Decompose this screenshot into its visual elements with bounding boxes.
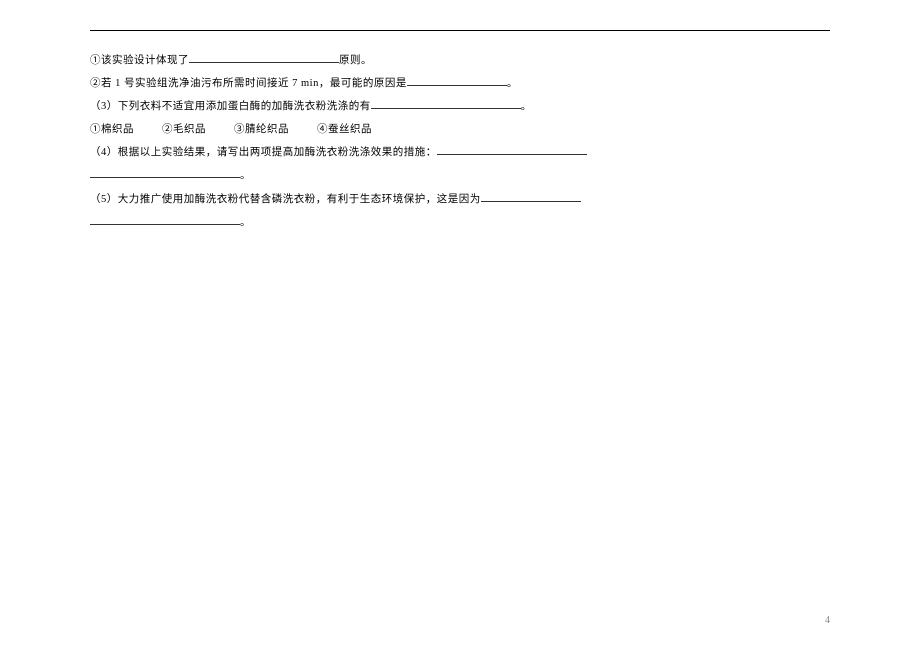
options-line-4: ①棉织品 ②毛织品 ③腈纶织品 ④蚕丝织品: [90, 118, 830, 141]
text-segment: 。: [521, 101, 532, 112]
text-segment: 。: [240, 170, 251, 181]
option-3: ③腈纶织品: [234, 124, 289, 135]
option-2: ②毛织品: [162, 124, 206, 135]
fill-blank: [481, 190, 581, 202]
text-segment: （4）根据以上实验结果，请写出两项提高加酶洗衣粉洗涤效果的措施：: [90, 147, 437, 158]
text-segment: （3）下列衣料不适宜用添加蛋白酶的加酶洗衣粉洗涤的有: [90, 101, 371, 112]
header-divider: [90, 30, 830, 31]
question-line-6: 。: [90, 164, 830, 187]
question-line-3: （3）下列衣料不适宜用添加蛋白酶的加酶洗衣粉洗涤的有 。: [90, 95, 830, 118]
fill-blank: [90, 213, 240, 225]
fill-blank: [407, 74, 507, 86]
fill-blank: [90, 166, 240, 178]
text-segment: ②若 1 号实验组洗净油污布所需时间接近 7 min，最可能的原因是: [90, 78, 407, 89]
question-line-2: ②若 1 号实验组洗净油污布所需时间接近 7 min，最可能的原因是 。: [90, 72, 830, 95]
text-segment: （5）大力推广使用加酶洗衣粉代替含磷洗衣粉，有利于生态环境保护，这是因为: [90, 194, 481, 205]
option-4: ④蚕丝织品: [317, 124, 372, 135]
question-line-8: 。: [90, 211, 830, 234]
page-number: 4: [825, 615, 830, 626]
text-segment: ①该实验设计体现了: [90, 55, 189, 66]
question-line-1: ①该实验设计体现了 原则。: [90, 49, 830, 72]
fill-blank: [371, 97, 521, 109]
text-segment: 。: [240, 217, 251, 228]
fill-blank: [437, 143, 587, 155]
text-segment: 原则。: [339, 55, 372, 66]
question-line-5: （4）根据以上实验结果，请写出两项提高加酶洗衣粉洗涤效果的措施：: [90, 141, 830, 164]
option-1: ①棉织品: [90, 124, 134, 135]
document-page: ①该实验设计体现了 原则。 ②若 1 号实验组洗净油污布所需时间接近 7 min，…: [0, 0, 920, 264]
question-line-7: （5）大力推广使用加酶洗衣粉代替含磷洗衣粉，有利于生态环境保护，这是因为: [90, 188, 830, 211]
text-segment: 。: [507, 78, 518, 89]
fill-blank: [189, 51, 339, 63]
